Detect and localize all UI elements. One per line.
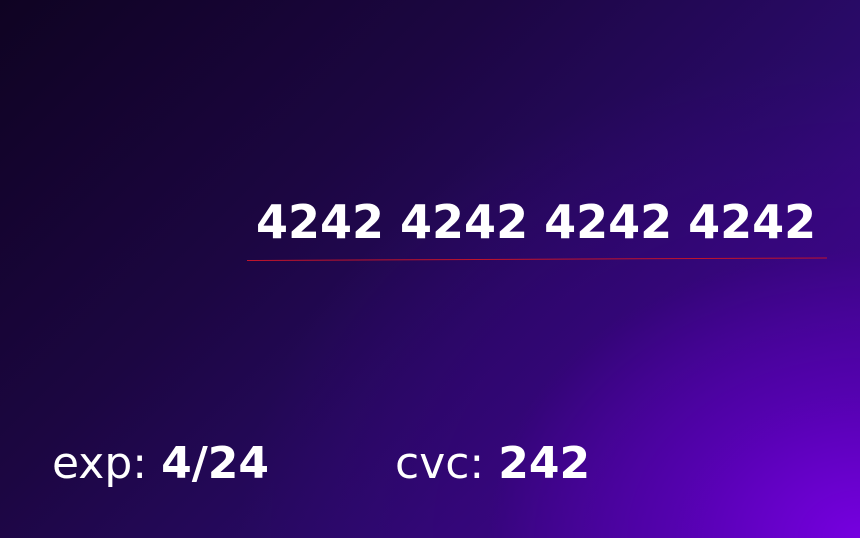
cvc-label: cvc: [395, 438, 485, 489]
card-preview: 4242 4242 4242 4242 exp: 4/24 cvc: 242 [0, 0, 860, 538]
expiry-label: exp: [52, 438, 148, 489]
card-number: 4242 4242 4242 4242 [256, 195, 817, 249]
cvc-value: 242 [498, 438, 591, 489]
cvc-field: cvc: 242 [395, 434, 590, 494]
expiry-value: 4/24 [161, 438, 270, 489]
card-number-underline [246, 257, 827, 261]
expiry-field: exp: 4/24 [52, 434, 269, 494]
